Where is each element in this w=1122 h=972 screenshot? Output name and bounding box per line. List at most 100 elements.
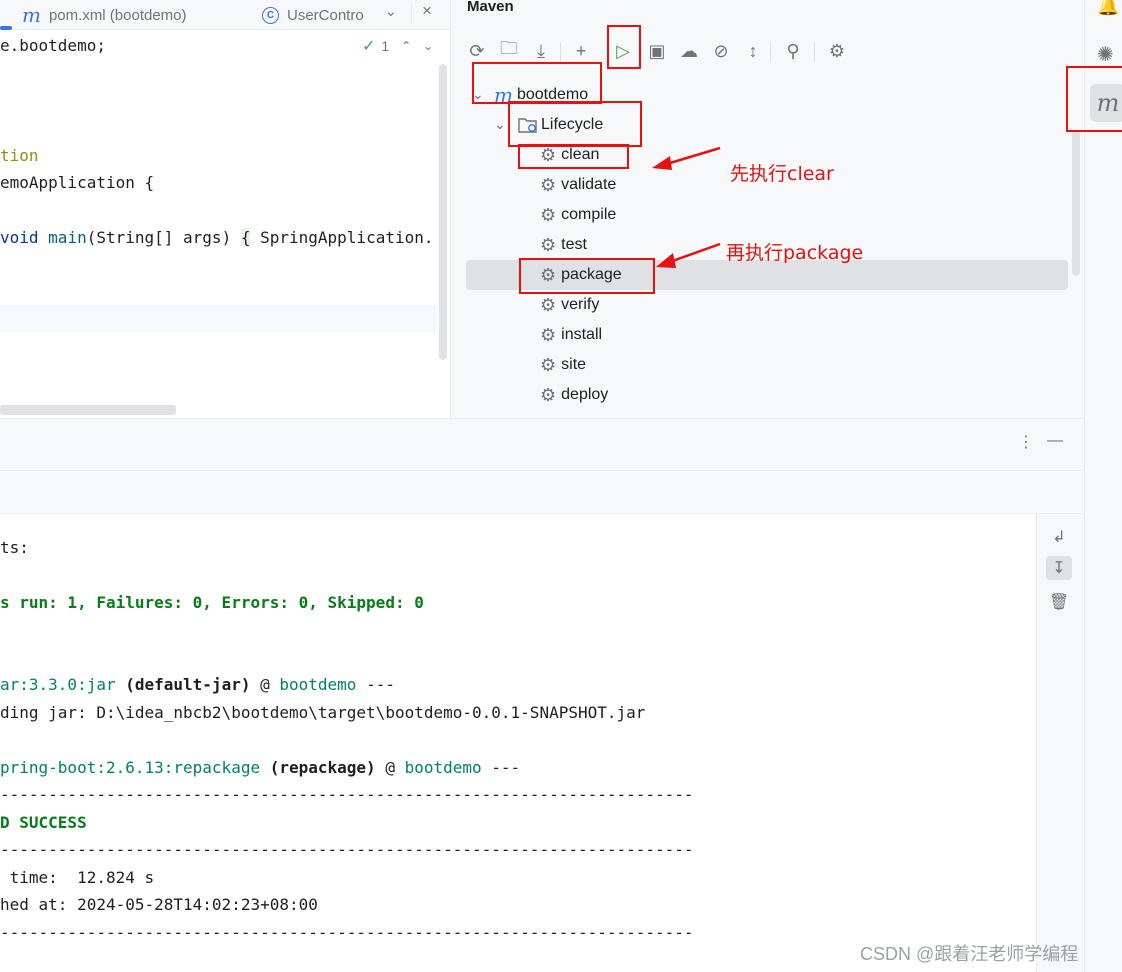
annotation-box-package (519, 258, 655, 294)
console-line: ts: (0, 538, 29, 557)
offline-mode-icon[interactable]: ☁ (678, 40, 700, 62)
skip-tests-icon[interactable]: ⊘ (710, 40, 732, 62)
scroll-to-end-icon[interactable]: ↧ (1046, 556, 1072, 580)
tree-item-goal-verify[interactable]: ⚙ verify (540, 290, 599, 320)
dashes: --- (356, 675, 395, 694)
ai-assistant-icon[interactable]: ✺ (1097, 42, 1114, 67)
editor-horizontal-scrollbar[interactable] (0, 405, 176, 415)
tree-item-goal-compile[interactable]: ⚙ compile (540, 200, 616, 230)
chevron-down-icon[interactable]: ⌄ (385, 3, 397, 20)
editor-tab-bar: m pom.xml (bootdemo) C UserContro ⌄ × (0, 0, 450, 30)
tab-user-controller[interactable]: C UserContro (262, 0, 364, 30)
annotation-box-lifecycle (508, 101, 642, 147)
chevron-down-icon[interactable]: ⌄ (423, 39, 433, 53)
tab-label: pom.xml (bootdemo) (48, 6, 187, 24)
tree-item-goal-validate[interactable]: ⚙ validate (540, 170, 616, 200)
annotation-text-first: 先执行clear (730, 163, 834, 185)
code-line-package: e.bootdemo; (0, 36, 106, 55)
divider (411, 4, 412, 24)
console-output[interactable]: ts: s run: 1, Failures: 0, Errors: 0, Sk… (0, 514, 1036, 972)
tree-item-goal-test[interactable]: ⚙ test (540, 230, 587, 260)
plugin-name: pring-boot:2.6.13:repackage (0, 758, 270, 777)
code-line-class: emoApplication { (0, 173, 155, 192)
method-name: main (48, 228, 87, 247)
collapse-all-icon[interactable]: ↕ (742, 40, 764, 62)
project-link[interactable]: bootdemo (279, 675, 356, 694)
method-args: (String[] args) (86, 228, 241, 247)
console-line-total-time: time: 12.824 s (0, 868, 155, 887)
editor-vertical-scrollbar[interactable] (439, 64, 447, 360)
run-tool-window-header (0, 418, 1084, 470)
console-line-jar-plugin: ar:3.3.0:jar (default-jar) @ bootdemo --… (0, 675, 395, 694)
gear-icon: ⚙ (540, 234, 557, 255)
code-line-annotation: tion (0, 146, 39, 165)
analyze-dependencies-icon[interactable]: ⚲ (782, 40, 804, 62)
gear-icon: ⚙ (540, 324, 557, 345)
chevron-down-icon[interactable]: ⌄ (494, 116, 506, 133)
chevron-up-icon[interactable]: ⌃ (401, 39, 411, 53)
reload-icon[interactable]: ⟳ (466, 40, 488, 62)
console-separator: ----------------------------------------… (0, 785, 694, 804)
tab-label: UserContro (287, 6, 364, 24)
method-body: SpringApplication. (250, 228, 434, 247)
watermark: CSDN @跟着汪老师学编程 (860, 944, 1079, 964)
close-icon[interactable]: × (422, 1, 432, 21)
soft-wrap-icon[interactable]: ↲ (1046, 525, 1072, 549)
gear-icon: ⚙ (540, 294, 557, 315)
annotation-box-maven-button (1066, 66, 1122, 132)
run-toolbar (0, 470, 1084, 514)
folder-sync-icon[interactable]: 🗀 (498, 38, 520, 62)
project-link[interactable]: bootdemo (405, 758, 482, 777)
right-tool-strip (1084, 0, 1122, 972)
tree-item-label: verify (561, 296, 600, 313)
tree-item-label: test (561, 236, 587, 253)
keyword: void (0, 228, 49, 247)
toolbar-separator (814, 42, 815, 62)
class-icon: C (262, 6, 279, 24)
gear-icon: ⚙ (540, 384, 557, 405)
annotation-box-project (472, 62, 602, 104)
dashes: --- (481, 758, 521, 777)
inspection-count: 1 (381, 38, 390, 54)
current-line-highlight (0, 305, 437, 332)
code-line-main: void main(String[] args) { SpringApplica… (0, 228, 434, 247)
download-icon[interactable]: ⤓ (530, 40, 552, 62)
console-line-build-success: D SUCCESS (0, 813, 87, 832)
execution-id: (default-jar) (125, 675, 251, 694)
maven-vertical-scrollbar[interactable] (1072, 130, 1080, 276)
code-editor[interactable]: m pom.xml (bootdemo) C UserContro ⌄ × ✓ … (0, 0, 451, 418)
tab-pom-xml[interactable]: m pom.xml (bootdemo) (22, 0, 187, 30)
at-sign: @ (250, 675, 280, 694)
minimize-icon[interactable]: — (1047, 432, 1063, 450)
more-options-icon[interactable]: ⋮ (1018, 432, 1034, 452)
settings-icon[interactable]: ⚙ (826, 40, 848, 62)
inspection-widget[interactable]: ✓ 1 ⌃ ⌄ (362, 36, 433, 56)
tree-item-label: site (561, 356, 587, 373)
trash-icon[interactable]: 🗑 (1046, 590, 1072, 614)
panel-title: Maven (467, 0, 514, 15)
tree-item-goal-install[interactable]: ⚙ install (540, 320, 602, 350)
tree-item-goal-site[interactable]: ⚙ site (540, 350, 586, 380)
active-tab-indicator (0, 26, 12, 30)
toolbar-separator (560, 42, 561, 62)
tree-item-goal-deploy[interactable]: ⚙ deploy (540, 380, 608, 410)
annotation-text-second: 再执行package (726, 242, 864, 264)
gear-icon: ⚙ (540, 174, 557, 195)
gear-icon: ⚙ (540, 204, 557, 225)
execution-id: (repackage) (269, 758, 376, 777)
console-separator: ----------------------------------------… (0, 840, 694, 859)
tree-item-label: deploy (561, 386, 609, 403)
plugin-name: ar:3.3.0:jar (0, 675, 126, 694)
add-icon[interactable]: + (570, 40, 592, 62)
annotation-box-run (607, 25, 641, 69)
maven-icon: m (22, 3, 41, 27)
run-configuration-icon[interactable]: ▣ (646, 40, 668, 62)
console-separator: ----------------------------------------… (0, 923, 694, 942)
tree-item-label: install (561, 326, 603, 343)
notifications-icon[interactable]: 🔔 (1097, 0, 1119, 17)
annotation-box-clean (518, 144, 629, 169)
tree-item-label: compile (561, 206, 617, 223)
check-icon: ✓ (362, 38, 376, 55)
at-sign: @ (375, 758, 405, 777)
console-line-test-results: s run: 1, Failures: 0, Errors: 0, Skippe… (0, 593, 424, 612)
